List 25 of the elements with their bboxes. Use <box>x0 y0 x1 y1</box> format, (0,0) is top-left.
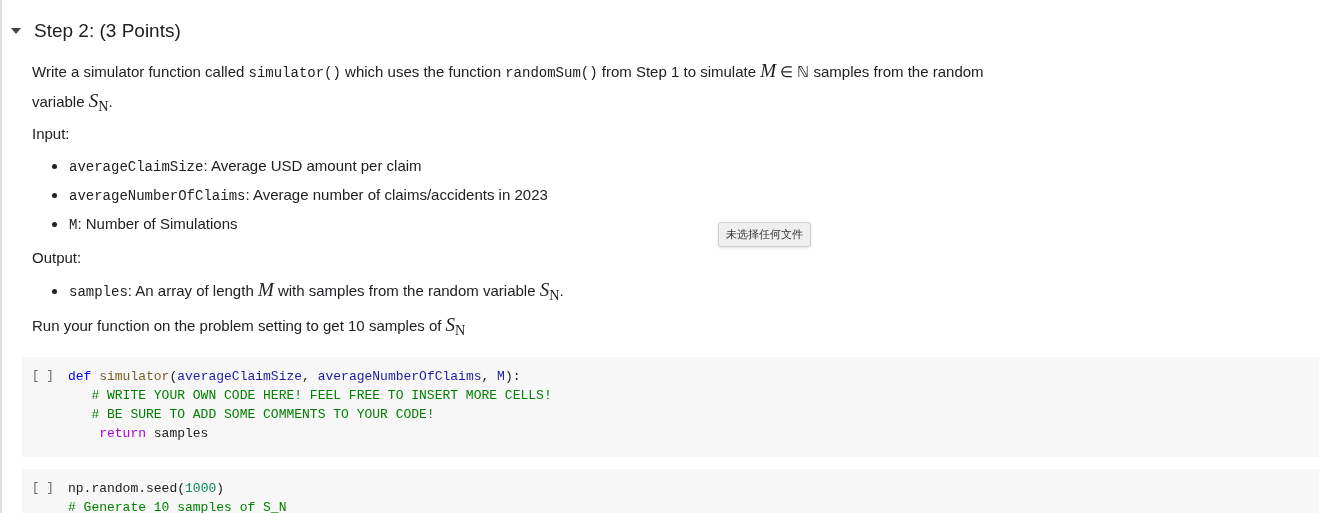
run-cell-button[interactable]: [ ] <box>32 479 68 513</box>
list-item-text: samples: An array of length M with samples from the random variable S$_{N}$. <box>69 278 564 305</box>
bullet-icon <box>52 222 57 227</box>
collapse-caret-icon[interactable] <box>10 27 22 35</box>
code-line: def simulator(averageClaimSize, averageNumberOfClaims, M): <box>68 368 522 386</box>
bullet-icon <box>52 193 57 198</box>
section-heading: Step 2: (3 Points) <box>34 18 181 43</box>
run-cell-button[interactable]: [ ] <box>32 367 68 443</box>
file-chooser-button[interactable]: 未选择任何文件 <box>718 222 811 247</box>
paragraph: Output: <box>32 248 83 268</box>
paragraph: Write a simulator function called simulator() which uses the function randomSum() from Step 1 to simulate M ∈ ℕ samples from the random variable S$_{N}$. <box>32 59 985 115</box>
bullet-icon <box>52 288 57 294</box>
code-line: return samples <box>98 425 210 443</box>
code-line: np.random.seed(1000) <box>68 480 226 498</box>
list-item-text: averageNumberOfClaims: Average number of claims/accidents in 2023 <box>69 185 548 206</box>
code-cell[interactable]: [ ] np.random.seed(1000) # Generate 10 samples of S_N <box>22 469 1319 513</box>
paragraph: Run your function on the problem setting to get 10 samples of S$_{N}$ <box>32 313 467 339</box>
code-cell[interactable]: [ ] def simulator(averageClaimSize, averageNumberOfClaims, M): # WRITE YOUR OWN CODE HERE! FEEL FREE TO INSERT MORE CELLS! # BE SURE TO ADD SOME COMMENTS TO YOUR CODE! return samples <box>22 357 1319 457</box>
code-line: # WRITE YOUR OWN CODE HERE! FEEL FREE TO INSERT MORE CELLS! <box>90 387 552 405</box>
list-item-text: averageClaimSize: Average USD amount per claim <box>69 156 422 177</box>
paragraph: Input: <box>32 124 71 144</box>
list-item-text: M: Number of Simulations <box>69 214 238 235</box>
bullet-icon <box>52 164 57 169</box>
code-line: # Generate 10 samples of S_N <box>68 499 287 513</box>
code-line: # BE SURE TO ADD SOME COMMENTS TO YOUR CODE! <box>90 406 436 424</box>
